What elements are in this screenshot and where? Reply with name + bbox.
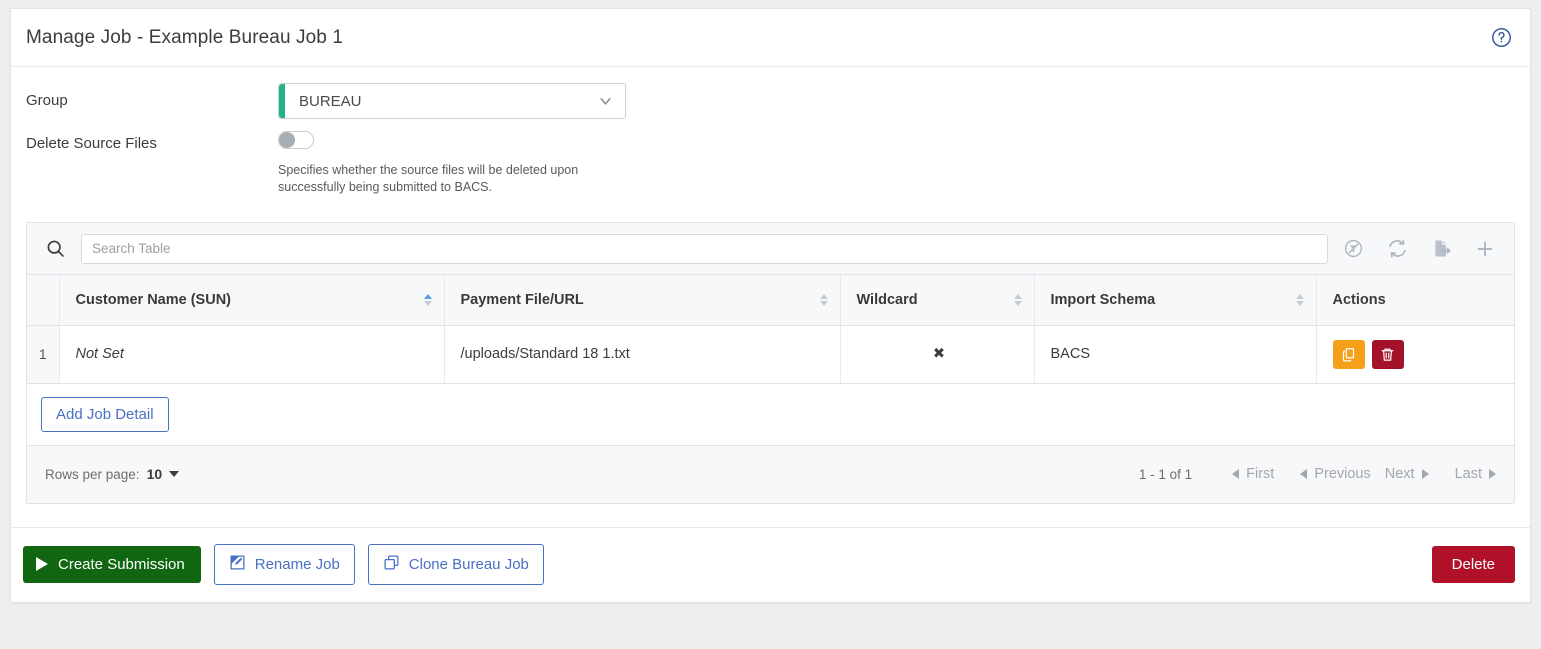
delete-source-files-row: Delete Source Files [26,126,1515,152]
add-job-detail-button[interactable]: Add Job Detail [41,396,169,432]
pagination-previous[interactable]: Previous [1300,466,1371,482]
cell-customer-name: Not Set [59,325,445,384]
table-header-row: Customer Name (SUN) Payment File/URL Wil… [27,275,1514,326]
delete-row-button[interactable] [1371,339,1404,369]
rename-job-button[interactable]: Rename Job [213,543,355,585]
chevron-right-icon [1421,469,1429,479]
chevron-right-icon [1489,469,1496,479]
chevron-down-icon [169,471,180,477]
rename-job-label: Rename Job [254,555,340,573]
search-icon[interactable] [41,235,69,263]
edit-square-icon [229,554,246,575]
column-wildcard-label: Wildcard [856,291,918,308]
help-circle-icon[interactable] [1490,27,1512,49]
table-toolbar [27,223,1514,275]
pagination-last-label: Last [1454,466,1482,482]
pagination-first[interactable]: First [1232,466,1274,482]
search-input[interactable] [81,233,1328,264]
cell-wildcard: ✖ [840,325,1035,384]
pagination-first-label: First [1246,466,1275,482]
column-import-schema[interactable]: Import Schema [1034,275,1317,326]
cell-payment-file: /uploads/Standard 18 1.txt [444,325,841,384]
column-customer-name-label: Customer Name (SUN) [75,291,232,308]
pagination-last[interactable]: Last [1455,466,1496,482]
pagination: 1 - 1 of 1 First Previous Next Last [1139,466,1496,482]
rows-per-page-label: Rows per page: [45,466,140,482]
table-body: 1 Not Set /uploads/Standard 18 1.txt ✖ B… [27,325,1514,384]
page-title: Manage Job - Example Bureau Job 1 [26,26,343,48]
group-select[interactable]: BUREAU [278,83,626,119]
group-select-value: BUREAU [299,92,362,110]
sort-indicator-payment-file[interactable] [810,293,828,306]
add-job-detail-row: Add Job Detail [27,383,1514,446]
row-index: 1 [27,325,60,384]
export-icon[interactable] [1430,238,1452,260]
clear-filter-icon[interactable] [1342,238,1364,260]
card-footer: Create Submission Rename Job Clone Burea… [11,526,1530,602]
job-detail-table: Customer Name (SUN) Payment File/URL Wil… [27,275,1514,384]
pagination-next-label: Next [1384,466,1415,482]
add-icon[interactable] [1474,238,1496,260]
clone-bureau-job-button[interactable]: Clone Bureau Job [367,543,544,585]
job-detail-table-panel: Customer Name (SUN) Payment File/URL [26,222,1515,504]
table-row[interactable]: 1 Not Set /uploads/Standard 18 1.txt ✖ B… [27,325,1514,384]
page-root: Manage Job - Example Bureau Job 1 Group … [0,0,1541,649]
rows-per-page-selector[interactable]: Rows per page: 10 [45,466,180,482]
column-payment-file-label: Payment File/URL [460,291,584,308]
play-icon [36,557,48,571]
group-row: Group BUREAU [26,83,1515,119]
table-tool-icons [1342,238,1502,260]
pagination-next[interactable]: Next [1385,466,1429,482]
refresh-icon[interactable] [1386,238,1408,260]
pagination-range: 1 - 1 of 1 [1138,466,1193,482]
delete-source-files-hint: Specifies whether the source files will … [278,163,579,194]
table-footer: Rows per page: 10 1 - 1 of 1 First Previ… [27,445,1514,503]
column-actions: Actions [1316,275,1514,326]
delete-source-files-label: Delete Source Files [26,135,157,152]
clone-bureau-job-label: Clone Bureau Job [408,555,529,573]
copy-icon [383,554,400,575]
create-submission-button[interactable]: Create Submission [23,545,201,583]
sort-indicator-import-schema[interactable] [1286,293,1304,306]
sort-indicator-wildcard[interactable] [1004,293,1022,306]
column-actions-label: Actions [1332,291,1386,308]
column-payment-file[interactable]: Payment File/URL [444,275,841,326]
card-header: Manage Job - Example Bureau Job 1 [11,9,1530,67]
sort-indicator-customer-name[interactable] [414,293,432,306]
rows-per-page-value: 10 [146,466,163,482]
column-import-schema-label: Import Schema [1050,291,1156,308]
group-label: Group [26,92,68,109]
group-select-accent [279,84,285,118]
table-head: Customer Name (SUN) Payment File/URL Wil… [27,275,1514,326]
manage-job-card: Manage Job - Example Bureau Job 1 Group … [10,8,1531,603]
chevron-down-icon [597,93,614,110]
chevron-left-icon [1300,469,1308,479]
chevron-left-icon [1232,469,1240,479]
cell-import-schema: BACS [1034,325,1317,384]
copy-row-button[interactable] [1332,339,1365,369]
column-index [27,275,60,326]
toggle-knob [279,132,295,148]
pagination-previous-label: Previous [1314,466,1371,482]
delete-button[interactable]: Delete [1431,545,1515,583]
column-customer-name[interactable]: Customer Name (SUN) [59,275,445,326]
cell-actions [1316,325,1514,384]
card-body: Group BUREAU Delete Source Files Specifi… [11,67,1530,510]
create-submission-label: Create Submission [58,555,185,573]
column-wildcard[interactable]: Wildcard [840,275,1035,326]
delete-source-files-toggle[interactable] [278,131,314,149]
